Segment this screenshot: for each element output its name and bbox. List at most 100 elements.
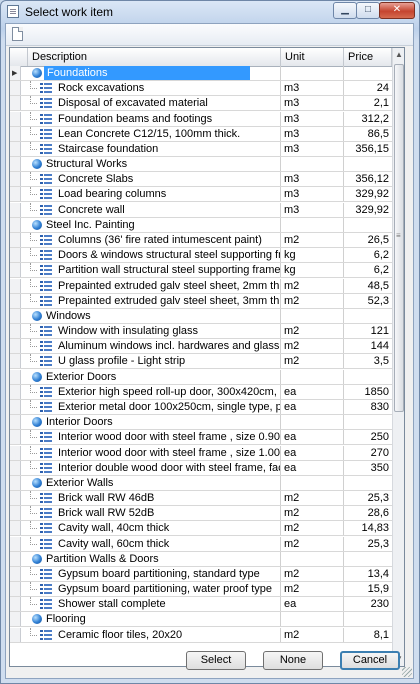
item-row[interactable]: Shower stall complete ea 230 (10, 597, 392, 612)
row-selector[interactable] (10, 476, 21, 490)
item-price: 6,2 (373, 264, 389, 276)
row-selector[interactable] (10, 187, 21, 201)
item-row[interactable]: Interior double wood door with steel fra… (10, 461, 392, 476)
item-row[interactable]: Brick wall RW 52dB m2 28,6 (10, 506, 392, 521)
row-selector[interactable] (10, 628, 21, 642)
item-row[interactable]: Load bearing columns m3 329,92 (10, 187, 392, 202)
item-row[interactable]: Exterior high speed roll-up door, 300x42… (10, 385, 392, 400)
row-selector[interactable] (10, 324, 21, 338)
row-selector[interactable] (10, 400, 21, 414)
item-row[interactable]: Ceramic floor tiles, 20x20 m2 8,1 (10, 628, 392, 643)
row-selector[interactable] (10, 309, 21, 323)
row-selector[interactable] (10, 203, 21, 217)
item-row[interactable]: Concrete Slabs m3 356,12 (10, 172, 392, 187)
row-selector[interactable] (10, 582, 21, 596)
row-selector[interactable] (10, 385, 21, 399)
group-row[interactable]: −Partition Walls & Doors (10, 552, 392, 567)
item-row[interactable]: Concrete wall m3 329,92 (10, 203, 392, 218)
tree-guide (30, 339, 37, 347)
row-selector[interactable] (10, 506, 21, 520)
maximize-button[interactable]: □ (356, 2, 380, 19)
group-row[interactable]: −Exterior Doors (10, 370, 392, 385)
row-selector[interactable] (10, 521, 21, 535)
item-row[interactable]: Foundation beams and footings m3 312,2 (10, 112, 392, 127)
group-row[interactable]: −Structural Works (10, 157, 392, 172)
group-row[interactable]: −Windows (10, 309, 392, 324)
item-row[interactable]: Cavity wall, 40cm thick m2 14,83 (10, 521, 392, 536)
item-row[interactable]: Lean Concrete C12/15, 100mm thick. m3 86,5 (10, 127, 392, 142)
item-row[interactable]: Staircase foundation m3 356,15 (10, 142, 392, 157)
item-row[interactable]: Columns (36' fire rated intumescent pain… (10, 233, 392, 248)
row-selector[interactable] (10, 537, 21, 551)
row-selector[interactable] (10, 172, 21, 186)
item-row[interactable]: Exterior metal door 100x250cm, single ty… (10, 400, 392, 415)
row-selector[interactable] (10, 612, 21, 626)
item-row[interactable]: Brick wall RW 46dB m2 25,3 (10, 491, 392, 506)
group-row[interactable]: ▶ −Foundations (10, 66, 392, 81)
item-row[interactable]: Gypsum board partitioning, standard type… (10, 567, 392, 582)
item-description: Disposal of excavated material (28, 96, 281, 110)
row-selector[interactable] (10, 127, 21, 141)
item-row[interactable]: Interior wood door with steel frame , si… (10, 446, 392, 461)
row-selector[interactable] (10, 279, 21, 293)
tree-list-icon (40, 265, 52, 275)
column-header-price[interactable]: Price (344, 48, 392, 66)
tree-list-icon (40, 341, 52, 351)
tree-guide (30, 96, 37, 104)
item-label: Prepainted extruded galv steel sheet, 3m… (58, 295, 281, 307)
none-button[interactable]: None (263, 651, 323, 670)
item-row[interactable]: Rock excavations m3 24 (10, 81, 392, 96)
group-row[interactable]: −Interior Doors (10, 415, 392, 430)
item-row[interactable]: Partition wall structural steel supporti… (10, 263, 392, 278)
row-selector[interactable] (10, 430, 21, 444)
group-row[interactable]: −Steel Inc. Painting (10, 218, 392, 233)
row-selector[interactable] (10, 491, 21, 505)
row-selector[interactable] (10, 96, 21, 110)
cancel-button[interactable]: Cancel (340, 651, 400, 670)
select-button[interactable]: Select (186, 651, 246, 670)
column-header-unit[interactable]: Unit (281, 48, 344, 66)
row-selector[interactable] (10, 461, 21, 475)
item-row[interactable]: Aluminum windows incl. hardwares and gla… (10, 339, 392, 354)
row-selector[interactable] (10, 157, 21, 171)
row-selector[interactable] (10, 370, 21, 384)
item-row[interactable]: U glass profile - Light strip m2 3,5 (10, 354, 392, 369)
item-row[interactable]: Doors & windows structural steel support… (10, 248, 392, 263)
scroll-up-icon[interactable]: ▲ (393, 48, 404, 62)
resize-grip-icon[interactable] (402, 667, 412, 677)
row-selector[interactable] (10, 415, 21, 429)
item-row[interactable]: Disposal of excavated material m3 2,1 (10, 96, 392, 111)
item-row[interactable]: Gypsum board partitioning, water proof t… (10, 582, 392, 597)
column-header-description[interactable]: Description (28, 48, 281, 66)
minimize-button[interactable]: ▁ (333, 2, 357, 19)
row-selector[interactable] (10, 446, 21, 460)
new-document-icon[interactable] (12, 27, 23, 41)
group-price (344, 157, 392, 171)
row-selector[interactable] (10, 339, 21, 353)
close-button[interactable]: ✕ (379, 2, 415, 19)
tree-guide (30, 446, 37, 454)
row-selector[interactable] (10, 233, 21, 247)
row-selector[interactable] (10, 142, 21, 156)
row-selector[interactable] (10, 567, 21, 581)
scrollbar-thumb[interactable] (394, 64, 404, 412)
item-row[interactable]: Cavity wall, 60cm thick m2 25,3 (10, 537, 392, 552)
row-selector[interactable] (10, 294, 21, 308)
item-row[interactable]: Prepainted extruded galv steel sheet, 2m… (10, 279, 392, 294)
group-row[interactable]: −Flooring (10, 612, 392, 627)
row-selector[interactable] (10, 263, 21, 277)
row-selector[interactable] (10, 218, 21, 232)
row-selector[interactable]: ▶ (10, 66, 21, 80)
group-row[interactable]: −Exterior Walls (10, 476, 392, 491)
row-selector[interactable] (10, 354, 21, 368)
title-bar[interactable]: Select work item ▁ □ ✕ (1, 1, 419, 23)
row-selector[interactable] (10, 552, 21, 566)
vertical-scrollbar[interactable]: ▲ ▼ (392, 48, 404, 666)
row-selector[interactable] (10, 597, 21, 611)
item-row[interactable]: Window with insulating glass m2 121 (10, 324, 392, 339)
row-selector[interactable] (10, 112, 21, 126)
row-selector[interactable] (10, 248, 21, 262)
item-row[interactable]: Interior wood door with steel frame , si… (10, 430, 392, 445)
row-selector[interactable] (10, 81, 21, 95)
item-row[interactable]: Prepainted extruded galv steel sheet, 3m… (10, 294, 392, 309)
